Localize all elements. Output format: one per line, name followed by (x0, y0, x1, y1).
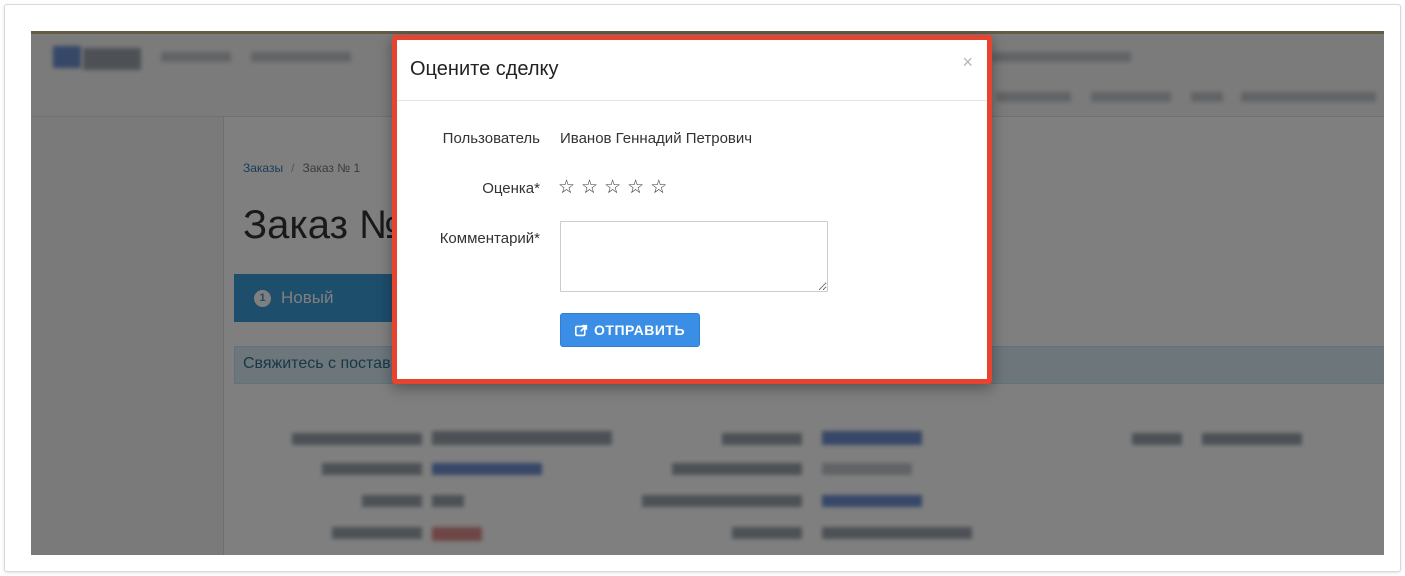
rate-deal-modal: Оцените сделку × Пользователь Иванов Ген… (392, 35, 992, 384)
app-screen: Заказы/Заказ № 1 Заказ № 1 Новый Свяжите… (31, 31, 1384, 555)
share-square-icon (575, 324, 588, 336)
submit-button[interactable]: ОТПРАВИТЬ (560, 313, 701, 347)
close-icon[interactable]: × (962, 52, 973, 73)
modal-title: Оцените сделку (410, 58, 559, 80)
comment-label: Комментарий* (439, 230, 540, 247)
star-icon[interactable]: ☆ (627, 178, 644, 198)
rating-stars: ☆ ☆ ☆ ☆ ☆ (558, 178, 667, 198)
star-icon[interactable]: ☆ (581, 178, 598, 198)
submit-label: ОТПРАВИТЬ (594, 322, 686, 338)
modal-header: Оцените сделку × (397, 40, 987, 101)
star-icon[interactable]: ☆ (604, 178, 621, 198)
user-label: Пользователь (442, 130, 540, 147)
screenshot-frame: Заказы/Заказ № 1 Заказ № 1 Новый Свяжите… (4, 4, 1401, 572)
user-value: Иванов Геннадий Петрович (560, 130, 753, 147)
star-icon[interactable]: ☆ (558, 178, 575, 198)
rating-label: Оценка* (482, 180, 540, 197)
comment-textarea[interactable] (560, 221, 828, 292)
star-icon[interactable]: ☆ (650, 178, 667, 198)
